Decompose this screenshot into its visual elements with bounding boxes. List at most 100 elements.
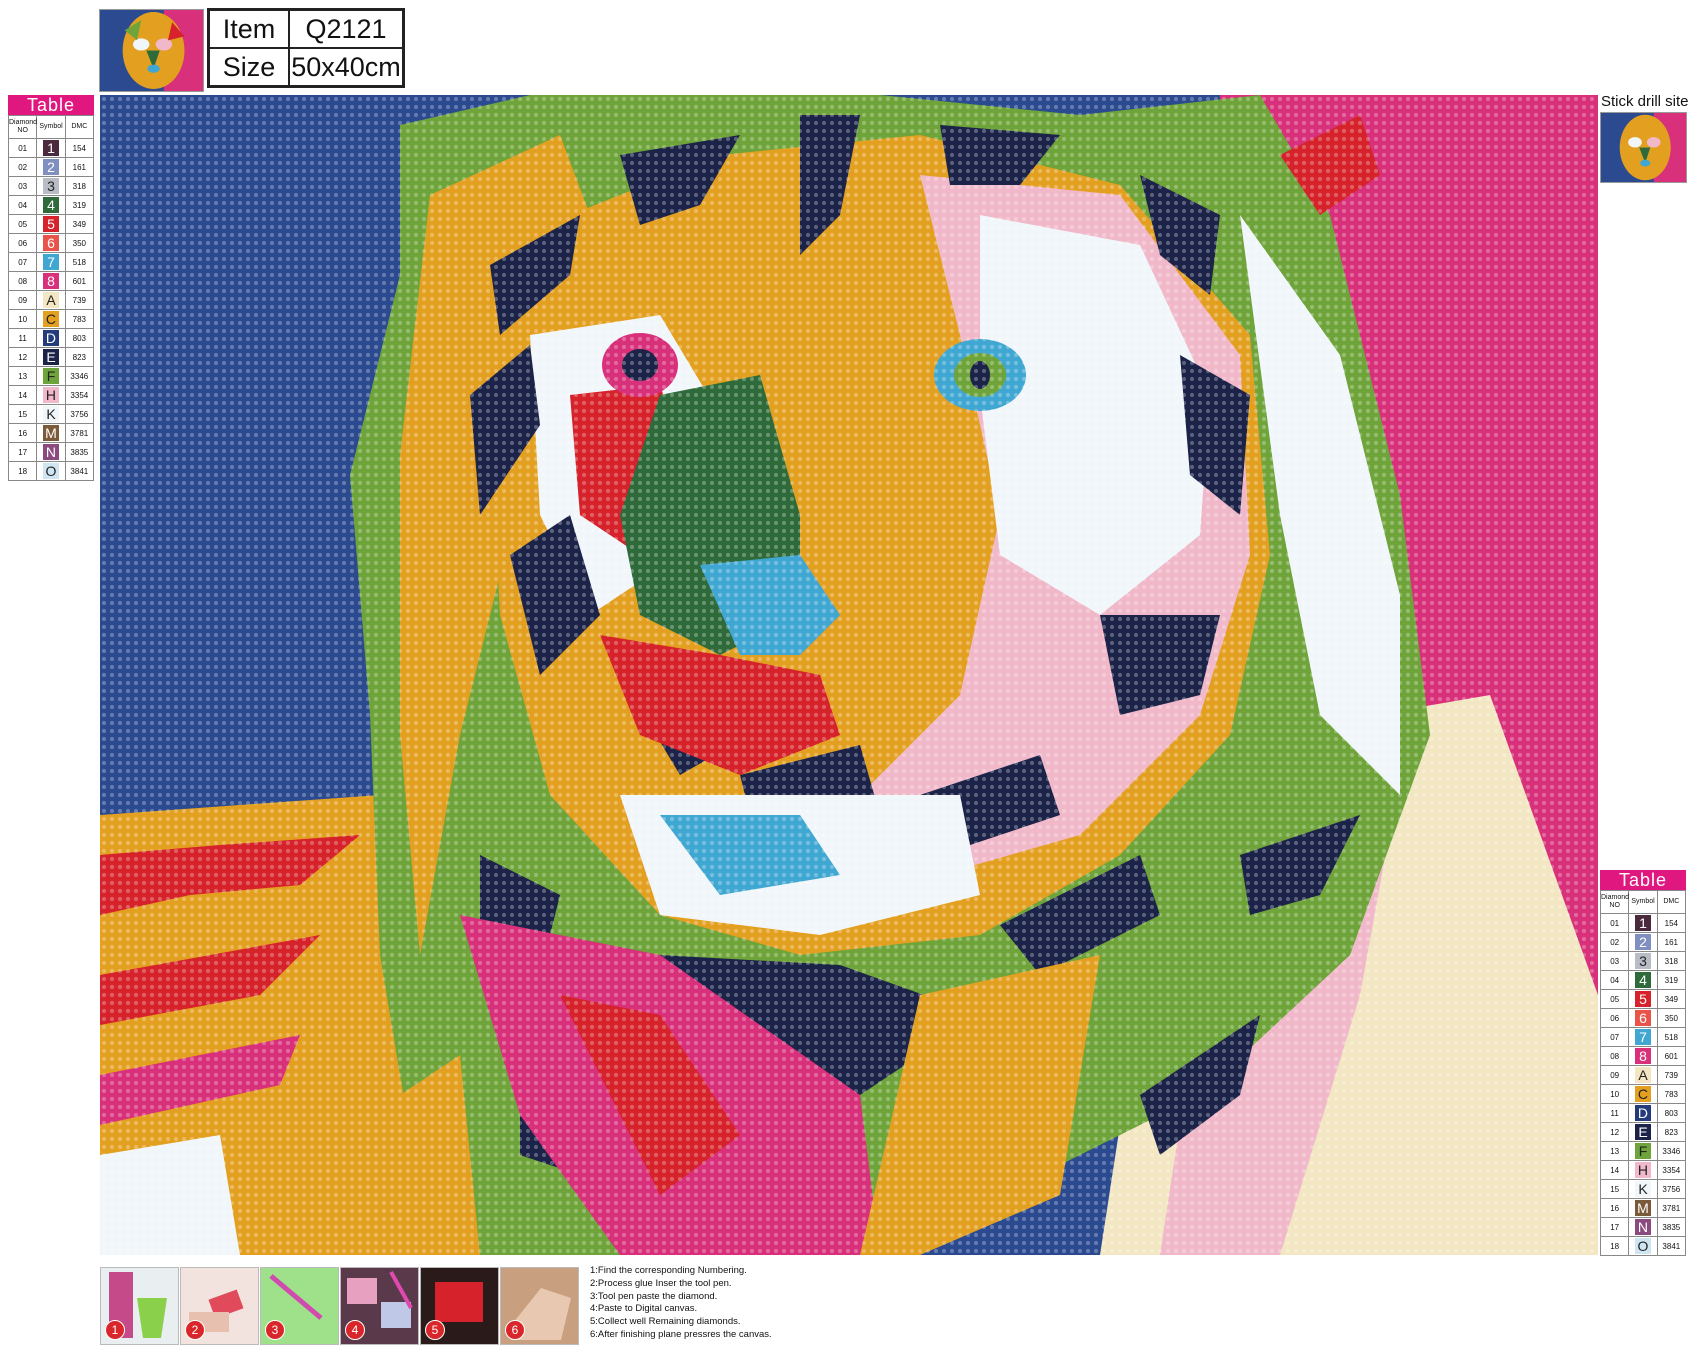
legend-symbol-cell: 5 xyxy=(36,214,66,234)
legend-row: 05 5 349 xyxy=(7,214,95,234)
legend-symbol: 5 xyxy=(1634,991,1651,1007)
step-number: 2 xyxy=(185,1320,205,1340)
instruction-line: 5:Collect well Remaining diamonds. xyxy=(590,1316,741,1328)
legend-row: 09 A 739 xyxy=(1599,1065,1687,1085)
legend-dmc: 350 xyxy=(1656,1008,1687,1028)
legend-dmc: 803 xyxy=(64,328,95,348)
legend-diamond-no: 01 xyxy=(7,138,38,158)
legend-row: 08 8 601 xyxy=(1599,1046,1687,1066)
legend-dmc: 783 xyxy=(64,309,95,329)
legend-dmc: 518 xyxy=(64,252,95,272)
step-number: 1 xyxy=(105,1320,125,1340)
legend-row: 15 K 3756 xyxy=(7,404,95,424)
legend-row: 06 6 350 xyxy=(7,233,95,253)
step-number: 4 xyxy=(345,1320,365,1340)
legend-dmc: 783 xyxy=(1656,1084,1687,1104)
legend-diamond-no: 06 xyxy=(7,233,38,253)
legend-symbol-cell: D xyxy=(36,328,66,348)
legend-dmc: 3781 xyxy=(1656,1198,1687,1218)
legend-row: 16 M 3781 xyxy=(7,423,95,443)
legend-dmc: 319 xyxy=(64,195,95,215)
legend-symbol: H xyxy=(42,387,59,403)
step-number: 6 xyxy=(505,1320,525,1340)
legend-diamond-no: 06 xyxy=(1599,1008,1630,1028)
legend-diamond-no: 03 xyxy=(7,176,38,196)
legend-symbol-cell: A xyxy=(36,290,66,310)
legend-row: 13 F 3346 xyxy=(1599,1141,1687,1161)
legend-diamond-no: 15 xyxy=(7,404,38,424)
col-symbol: Symbol xyxy=(36,115,66,139)
legend-symbol-cell: 1 xyxy=(1628,913,1658,933)
legend-diamond-no: 13 xyxy=(1599,1141,1630,1161)
legend-dmc: 3781 xyxy=(64,423,95,443)
legend-symbol: C xyxy=(42,311,59,327)
legend-dmc: 739 xyxy=(1656,1065,1687,1085)
legend-diamond-no: 14 xyxy=(7,385,38,405)
step-3-image: 3 xyxy=(260,1267,339,1345)
legend-dmc: 823 xyxy=(1656,1122,1687,1142)
legend-symbol-cell: 6 xyxy=(1628,1008,1658,1028)
legend-diamond-no: 11 xyxy=(7,328,38,348)
legend-dmc: 601 xyxy=(1656,1046,1687,1066)
legend-symbol-cell: C xyxy=(36,309,66,329)
legend-symbol-cell: E xyxy=(1628,1122,1658,1142)
legend-row: 06 6 350 xyxy=(1599,1008,1687,1028)
legend-diamond-no: 12 xyxy=(1599,1122,1630,1142)
color-legend-right: Table Diamond NO Symbol DMC 01 1 154 02 2 161… xyxy=(1599,870,1687,1256)
legend-symbol-cell: 2 xyxy=(36,157,66,177)
legend-diamond-no: 03 xyxy=(1599,951,1630,971)
legend-symbol-cell: 3 xyxy=(36,176,66,196)
legend-dmc: 803 xyxy=(1656,1103,1687,1123)
legend-symbol: 8 xyxy=(42,273,59,289)
legend-row: 15 K 3756 xyxy=(1599,1179,1687,1199)
legend-title: Table xyxy=(8,95,94,115)
legend-diamond-no: 04 xyxy=(1599,970,1630,990)
instruction-line: 4:Paste to Digital canvas. xyxy=(590,1303,698,1315)
legend-row: 05 5 349 xyxy=(1599,989,1687,1009)
col-diamond-no: Diamond NO xyxy=(7,115,38,139)
legend-row: 10 C 783 xyxy=(7,309,95,329)
col-symbol: Symbol xyxy=(1628,890,1658,914)
legend-symbol: 6 xyxy=(1634,1010,1651,1026)
col-diamond-no: Diamond NO xyxy=(1599,890,1630,914)
legend-symbol-cell: M xyxy=(36,423,66,443)
legend-row: 09 A 739 xyxy=(7,290,95,310)
instruction-line: 2:Process glue Inser the tool pen. xyxy=(590,1277,732,1289)
legend-row: 02 2 161 xyxy=(7,157,95,177)
tiger-thumbnail-image xyxy=(100,10,203,91)
legend-row: 18 O 3841 xyxy=(7,461,95,481)
legend-symbol: D xyxy=(42,330,59,346)
legend-diamond-no: 08 xyxy=(7,271,38,291)
legend-symbol-cell: O xyxy=(36,461,66,481)
legend-diamond-no: 16 xyxy=(7,423,38,443)
legend-title: Table xyxy=(1600,870,1686,890)
step-1-image: 1 xyxy=(100,1267,179,1345)
legend-diamond-no: 02 xyxy=(1599,932,1630,952)
legend-symbol: E xyxy=(42,349,59,365)
legend-row: 03 3 318 xyxy=(7,176,95,196)
legend-symbol-cell: 8 xyxy=(1628,1046,1658,1066)
color-legend-left: Table Diamond NO Symbol D M C 01 1 154 02 2 161… xyxy=(7,95,95,481)
legend-symbol: 8 xyxy=(1634,1048,1651,1064)
legend-symbol: N xyxy=(1634,1219,1651,1235)
legend-symbol-cell: 8 xyxy=(36,271,66,291)
legend-symbol: 1 xyxy=(42,140,59,156)
legend-row: 18 O 3841 xyxy=(1599,1236,1687,1256)
legend-diamond-no: 18 xyxy=(7,461,38,481)
legend-dmc: 350 xyxy=(64,233,95,253)
legend-symbol-cell: D xyxy=(1628,1103,1658,1123)
legend-diamond-no: 07 xyxy=(7,252,38,272)
legend-row: 12 E 823 xyxy=(7,347,95,367)
legend-diamond-no: 10 xyxy=(1599,1084,1630,1104)
legend-dmc: 518 xyxy=(1656,1027,1687,1047)
legend-diamond-no: 04 xyxy=(7,195,38,215)
legend-symbol: 7 xyxy=(42,254,59,270)
legend-symbol-cell: C xyxy=(1628,1084,1658,1104)
legend-row: 04 4 319 xyxy=(1599,970,1687,990)
legend-row: 02 2 161 xyxy=(1599,932,1687,952)
legend-dmc: 154 xyxy=(64,138,95,158)
legend-row: 11 D 803 xyxy=(7,328,95,348)
instruction-line: 1:Find the corresponding Numbering. xyxy=(590,1265,747,1276)
product-info-table: Item Q2121 Size 50x40cm xyxy=(207,8,405,88)
legend-diamond-no: 18 xyxy=(1599,1236,1630,1256)
